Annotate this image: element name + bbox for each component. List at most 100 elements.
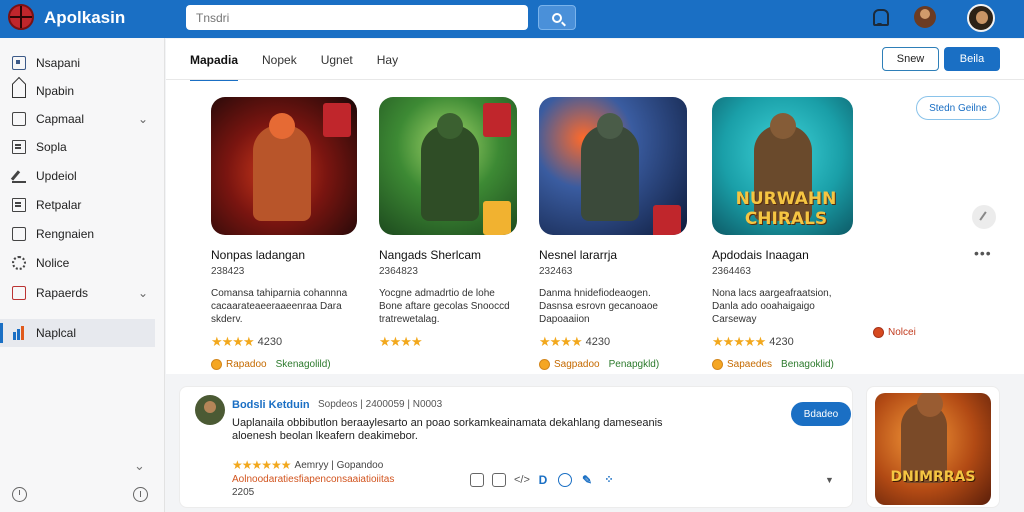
game-title[interactable]: Nangads Sherlcam <box>379 248 535 262</box>
game-title[interactable]: Nonpas ladangan <box>211 248 367 262</box>
sidebar-item-nsapani[interactable]: Nsapani <box>0 49 155 77</box>
review-rating-label: Aemryy | Gopandoo <box>294 459 384 471</box>
promo-thumbnail[interactable]: DNIMRRAS <box>875 393 991 505</box>
rating-value: 4230 <box>585 336 611 348</box>
sidebar-item-label: Retpalar <box>36 198 82 212</box>
code-icon[interactable]: </> <box>514 473 530 487</box>
clock-icon[interactable] <box>12 487 27 502</box>
sidebar-item-nolice[interactable]: Nolice <box>0 249 155 277</box>
sidebar-item-naplcal[interactable]: Naplcal <box>0 319 155 347</box>
game-code: 238423 <box>211 266 245 277</box>
tag-icon <box>483 103 511 137</box>
game-thumbnail[interactable] <box>211 97 357 235</box>
sidebar-item-rapaerds[interactable]: Rapaerds ⌄ <box>0 279 155 307</box>
chevron-down-icon[interactable]: ⌄ <box>138 112 148 126</box>
game-card[interactable]: NURWAHN CHIRALS Apdodais Inaagan 2364463… <box>712 97 868 370</box>
search-button[interactable] <box>538 5 576 30</box>
link-icon[interactable] <box>558 473 572 487</box>
user-icon[interactable] <box>914 6 936 28</box>
more-options-icon[interactable]: ••• <box>974 245 992 261</box>
featured-games-panel: Mapadia Nopek Ugnet Hay Snew Beila Stedn… <box>166 39 1024 374</box>
soldier-illustration <box>581 125 639 221</box>
gear-icon <box>12 256 26 270</box>
sidebar-item-label: Rengnaien <box>36 227 95 241</box>
sidebar-item-rengnaien[interactable]: Rengnaien <box>0 220 155 248</box>
tag-icon <box>323 103 351 137</box>
gift-icon <box>12 286 26 300</box>
sidebar-item-capmaal[interactable]: Capmaal ⌄ <box>0 105 155 133</box>
tab-nopek[interactable]: Nopek <box>262 39 297 81</box>
game-title[interactable]: Nesnel lararrja <box>539 248 695 262</box>
reviewer-name[interactable]: Bodsli Ketduin <box>232 399 310 411</box>
document-icon <box>12 140 26 154</box>
notification-bell-icon[interactable] <box>869 6 891 28</box>
tab-mapadia[interactable]: Mapadia <box>190 39 239 81</box>
pin-icon[interactable] <box>972 205 996 229</box>
game-rating: ★★★★ 4230 <box>211 334 367 350</box>
promo-tile[interactable]: DNIMRRAS <box>866 386 1000 508</box>
avatar[interactable] <box>195 395 225 425</box>
game-badges: Sagpadoo Penapgkld) <box>539 359 695 370</box>
soldier-illustration <box>421 125 479 221</box>
sidebar-item-label: Sopla <box>36 140 67 154</box>
badge-secondary[interactable]: Skenagolild) <box>276 359 331 370</box>
tab-hay[interactable]: Hay <box>377 39 398 81</box>
badge-primary[interactable]: Rapadoo <box>226 359 267 370</box>
badge-primary[interactable]: Sapaedes <box>727 359 772 370</box>
collapse-icon[interactable]: ⌄ <box>134 458 145 474</box>
review-promo-link[interactable]: Aolnoodaratiesfiapenconsaaiatioiitas <box>232 474 394 485</box>
sidebar-item-updeiol[interactable]: Updeiol <box>0 162 155 190</box>
copy-icon[interactable] <box>470 473 484 487</box>
game-thumbnail[interactable] <box>379 97 517 235</box>
review-card: Bodsli Ketduin Sopdeos | 2400059 | N0003… <box>179 386 853 508</box>
pencil-icon <box>12 169 26 183</box>
game-title[interactable]: Apdodais Inaagan <box>712 248 868 262</box>
search-input[interactable] <box>186 5 528 30</box>
game-description: Danma hnidefiodeaogen. Dasnsa esrovn gec… <box>539 288 658 325</box>
beila-button[interactable]: Beila <box>944 47 1000 71</box>
edit-icon[interactable]: ✎ <box>580 473 594 487</box>
share-icon[interactable]: ⁘ <box>602 473 616 487</box>
image-icon[interactable] <box>492 473 506 487</box>
game-card[interactable]: Nesnel lararrja 232463 Danma hnidefiodea… <box>539 97 695 370</box>
tag-icon <box>483 201 511 235</box>
sidebar-item-sopla[interactable]: Sopla <box>0 133 155 161</box>
chevron-down-icon[interactable]: ⌄ <box>138 286 148 300</box>
sidebar-item-label: Rapaerds <box>36 286 89 300</box>
snew-button[interactable]: Snew <box>882 47 939 71</box>
game-code: 232463 <box>539 266 573 277</box>
avatar[interactable] <box>967 4 995 32</box>
chevron-down-icon[interactable]: ▼ <box>825 475 834 485</box>
info-icon[interactable] <box>133 487 148 502</box>
search-icon <box>552 12 562 23</box>
bars-icon <box>12 326 26 340</box>
filter-pill-button[interactable]: Stedn Geilne <box>916 96 1000 120</box>
badge-secondary[interactable]: Penapgkld) <box>609 359 660 370</box>
car-icon <box>12 84 26 98</box>
follow-button[interactable]: Bdadeo <box>791 402 851 426</box>
game-logo-text: NURWAHN CHIRALS <box>735 189 837 229</box>
app-logo-icon[interactable] <box>8 4 34 30</box>
badge-primary[interactable]: Sagpadoo <box>554 359 600 370</box>
game-card[interactable]: Nangads Sherlcam 2364823 Yocgne admadrti… <box>379 97 535 350</box>
game-rating: ★★★★ <box>379 334 535 350</box>
game-thumbnail[interactable]: NURWAHN CHIRALS <box>712 97 853 235</box>
coin-icon <box>211 359 222 370</box>
review-count: 2205 <box>232 487 255 498</box>
game-code: 2364823 <box>379 266 418 277</box>
bold-icon[interactable]: D <box>536 473 550 487</box>
review-meta: Sopdeos | 2400059 | N0003 <box>318 399 443 410</box>
rating-value: 4230 <box>769 336 794 348</box>
side-badge[interactable]: Nolcei <box>873 327 916 338</box>
tab-ugnet[interactable]: Ugnet <box>321 39 353 81</box>
warrior-illustration <box>253 125 311 221</box>
review-actions: </> D ✎ ⁘ <box>470 473 624 487</box>
game-card[interactable]: Nonpas ladangan 238423 Comansa tahiparni… <box>211 97 367 370</box>
sidebar-item-npabin[interactable]: Npabin <box>0 77 155 105</box>
sidebar-item-retpalar[interactable]: Retpalar <box>0 191 155 219</box>
game-thumbnail[interactable] <box>539 97 687 235</box>
badge-secondary[interactable]: Benagoklid) <box>781 359 834 370</box>
game-rating: ★★★★★ 4230 <box>712 334 868 350</box>
sidebar-item-label: Capmaal <box>36 112 85 126</box>
tag-icon <box>653 205 681 235</box>
